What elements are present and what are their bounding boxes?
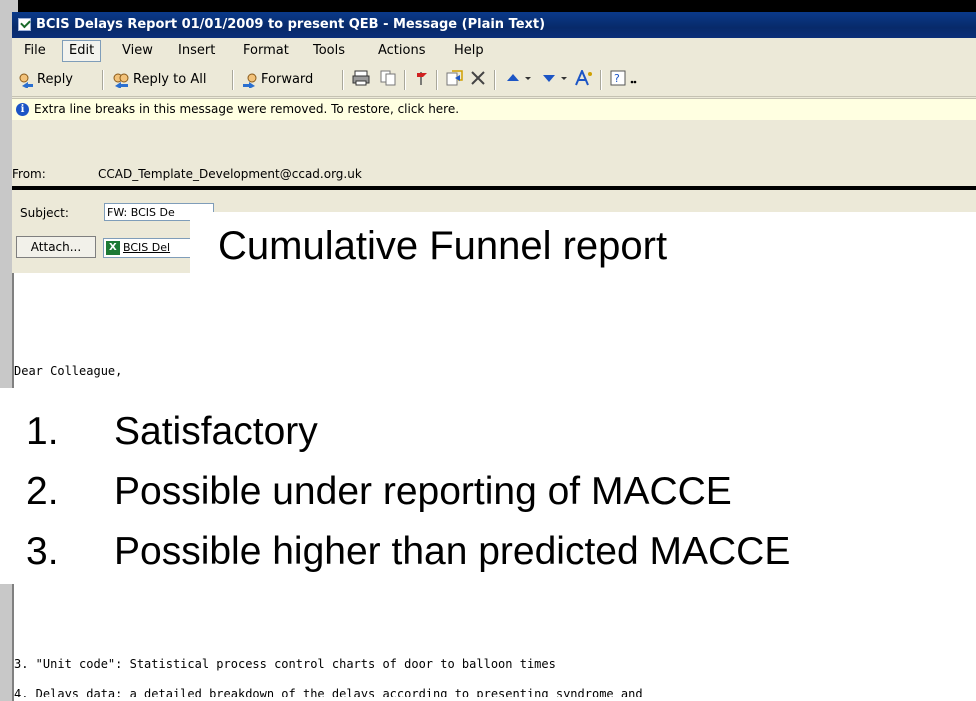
list-text: Possible higher than predicted MACCE (114, 530, 791, 573)
forward-icon (243, 73, 257, 88)
attachment-name: BCIS Del (123, 241, 171, 254)
delete-button[interactable] (470, 70, 486, 90)
flag-icon (417, 72, 427, 85)
slide-title: Cumulative Funnel report (218, 224, 668, 268)
list-text: Possible under reporting of MACCE (114, 470, 732, 513)
slide-list-item: 1. Satisfactory (26, 410, 318, 454)
toolbar-separator (232, 70, 234, 90)
excel-file-icon (106, 239, 120, 257)
info-icon: i (16, 103, 29, 116)
reply-all-icon (113, 73, 129, 88)
list-number: 1. (26, 410, 59, 453)
reply-all-label: Reply to All (133, 72, 207, 87)
from-value[interactable]: CCAD_Template_Development@ccad.org.uk (98, 162, 362, 186)
print-button[interactable] (352, 70, 370, 90)
divider (12, 186, 976, 190)
info-bar[interactable]: i Extra line breaks in this message were… (12, 98, 976, 121)
previous-arrow-icon (507, 74, 531, 81)
screen: BCIS Delays Report 01/01/2009 to present… (0, 0, 976, 701)
forward-button[interactable]: Forward (242, 70, 313, 90)
slide-list-item: 2. Possible under reporting of MACCE (26, 470, 732, 514)
help-button[interactable]: ? (610, 70, 640, 90)
menu-insert[interactable]: Insert (172, 41, 221, 61)
attachment[interactable]: BCIS Del (103, 238, 199, 258)
list-number: 3. (26, 530, 59, 573)
body-line: 3. "Unit code": Statistical process cont… (14, 657, 556, 671)
attach-button[interactable]: Attach... (16, 236, 96, 258)
toolbar: Reply Reply to All Forward ? (12, 64, 976, 97)
reply-label: Reply (37, 72, 74, 87)
toolbar-separator (600, 70, 602, 90)
menu-tools[interactable]: Tools (307, 41, 351, 61)
outlook-message-window: BCIS Delays Report 01/01/2009 to present… (12, 12, 976, 701)
menu-actions[interactable]: Actions (372, 41, 432, 61)
help-icon: ? (610, 70, 637, 86)
from-row: From: CCAD_Template_Development@ccad.org… (12, 162, 976, 186)
previous-item-button[interactable] (504, 70, 532, 90)
reply-icon (19, 73, 33, 88)
toolbar-separator (436, 70, 438, 90)
address-book-icon (575, 68, 592, 86)
follow-up-flag-button[interactable] (414, 70, 430, 90)
slide-title-box: Cumulative Funnel report (190, 212, 976, 284)
next-item-button[interactable] (540, 70, 568, 90)
delete-icon (471, 71, 485, 85)
address-book-button[interactable] (574, 68, 594, 90)
svg-text:?: ? (614, 72, 620, 85)
menu-format[interactable]: Format (237, 41, 295, 61)
copy-icon (380, 70, 396, 86)
body-line: 4. Delays data: a detailed breakdown of … (14, 687, 643, 697)
message-icon (18, 18, 31, 31)
next-arrow-icon (543, 75, 567, 82)
menu-file[interactable]: File (18, 41, 52, 61)
list-number: 2. (26, 470, 59, 513)
menu-help[interactable]: Help (448, 41, 490, 61)
slide-list: 1. Satisfactory 2. Possible under reportin… (0, 388, 976, 584)
menu-bar: File Edit View Insert Format Tools Actio… (12, 38, 976, 64)
menu-edit[interactable]: Edit (62, 40, 102, 62)
print-icon (352, 70, 370, 86)
window-title: BCIS Delays Report 01/01/2009 to present… (36, 17, 546, 32)
toolbar-separator (102, 70, 104, 90)
forward-label: Forward (261, 72, 314, 87)
list-text: Satisfactory (114, 410, 318, 453)
subject-row: Subject: FW: BCIS De (12, 202, 214, 226)
body-greeting: Dear Colleague, (14, 364, 123, 378)
toolbar-separator (494, 70, 496, 90)
reply-button[interactable]: Reply (18, 70, 73, 90)
toolbar-separator (404, 70, 406, 90)
slide-list-item: 3. Possible higher than predicted MACCE (26, 530, 790, 574)
info-bar-text[interactable]: Extra line breaks in this message were r… (34, 99, 459, 120)
toolbar-separator (342, 70, 344, 90)
move-to-folder-button[interactable] (446, 70, 464, 90)
reply-all-button[interactable]: Reply to All (112, 70, 206, 90)
menu-view[interactable]: View (116, 41, 159, 61)
title-bar[interactable]: BCIS Delays Report 01/01/2009 to present… (12, 12, 976, 38)
from-label: From: (12, 167, 46, 181)
move-to-folder-icon (446, 70, 463, 86)
copy-button[interactable] (380, 70, 396, 90)
subject-label: Subject: (20, 206, 69, 220)
